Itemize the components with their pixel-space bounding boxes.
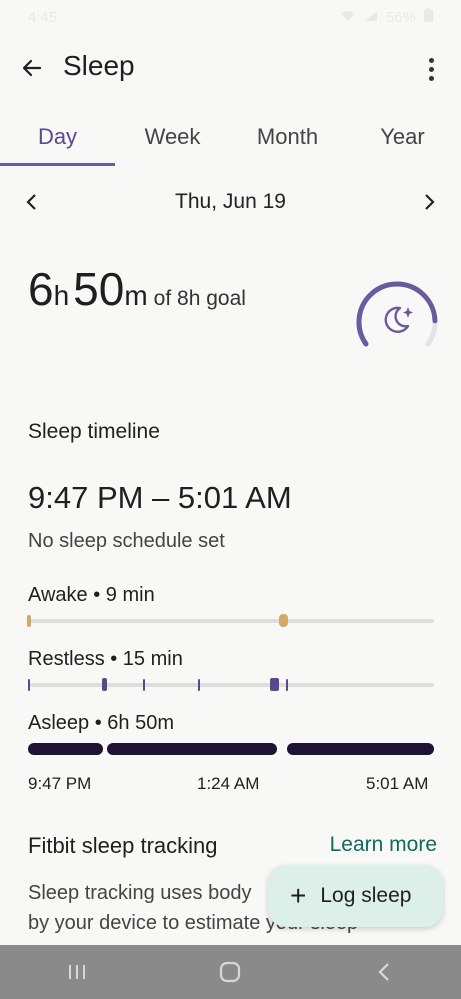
more-vert-dot xyxy=(428,66,434,72)
next-day-button[interactable] xyxy=(417,190,441,214)
duration-minutes: 50 xyxy=(73,263,125,315)
more-vert-dot xyxy=(428,75,434,81)
tab-day[interactable]: Day xyxy=(0,110,115,168)
status-icons: 56% xyxy=(340,8,433,26)
sleep-duration-summary: 6 h 50 m of 8h goal xyxy=(28,262,246,332)
duration-hours: 6 xyxy=(28,263,54,315)
learn-more-link[interactable]: Learn more xyxy=(330,833,437,857)
chevron-right-icon xyxy=(425,194,435,210)
more-options-button[interactable] xyxy=(419,54,443,84)
sleep-time-range: 9:47 PM – 5:01 AM xyxy=(28,480,292,515)
home-icon xyxy=(220,961,241,983)
sleep-schedule-note: No sleep schedule set xyxy=(28,530,225,552)
recent-apps-button[interactable] xyxy=(47,952,107,992)
arrow-left-icon xyxy=(22,59,42,77)
asleep-segment xyxy=(28,743,103,755)
battery-percent: 56% xyxy=(385,8,416,26)
restless-segment xyxy=(286,679,288,691)
awake-segment xyxy=(279,614,288,627)
page-title: Sleep xyxy=(63,50,135,81)
restless-segment xyxy=(28,679,30,691)
restless-segment xyxy=(102,678,107,691)
sleep-timeline-title: Sleep timeline xyxy=(28,420,160,443)
system-nav-bar xyxy=(0,945,461,999)
restless-segment xyxy=(143,679,145,691)
tab-week[interactable]: Week xyxy=(115,110,230,168)
status-bar: 4:45 56% xyxy=(0,0,461,34)
restless-track xyxy=(28,678,434,691)
duration-hours-unit: h xyxy=(53,280,70,311)
log-sleep-label: Log sleep xyxy=(320,884,412,907)
battery-icon xyxy=(424,8,433,26)
restless-stage-label: Restless • 15 min xyxy=(28,648,183,670)
axis-end-time: 5:01 AM xyxy=(366,774,429,793)
plus-icon: + xyxy=(290,880,307,911)
recent-apps-icon xyxy=(68,965,85,979)
period-tabs: Day Week Month Year xyxy=(0,110,461,168)
status-time: 4:45 xyxy=(28,8,58,26)
log-sleep-button[interactable]: + Log sleep xyxy=(268,865,443,927)
app-bar: Sleep xyxy=(0,40,461,100)
back-button[interactable] xyxy=(16,52,48,84)
asleep-track xyxy=(28,743,434,755)
wifi-icon xyxy=(340,9,356,26)
sleep-goal-ring xyxy=(352,274,442,358)
awake-stage-label: Awake • 9 min xyxy=(28,584,155,606)
tab-year[interactable]: Year xyxy=(345,110,460,168)
moon-sparkle-icon xyxy=(384,306,413,333)
system-back-button[interactable] xyxy=(354,952,414,992)
asleep-stage-label: Asleep • 6h 50m xyxy=(28,712,174,734)
current-date: Thu, Jun 19 xyxy=(175,190,286,213)
tab-month[interactable]: Month xyxy=(230,110,345,168)
signal-icon xyxy=(364,9,378,26)
goal-text: of 8h goal xyxy=(153,287,246,310)
date-navigation: Thu, Jun 19 xyxy=(0,180,461,224)
axis-start-time: 9:47 PM xyxy=(28,774,92,793)
sleep-tracking-title: Fitbit sleep tracking xyxy=(28,833,218,858)
chevron-left-icon xyxy=(378,963,389,981)
home-button[interactable] xyxy=(200,952,260,992)
restless-segment xyxy=(198,679,200,691)
restless-segment xyxy=(270,678,279,691)
asleep-segment xyxy=(107,743,277,755)
asleep-segment xyxy=(287,743,434,755)
more-vert-icon xyxy=(428,57,434,63)
duration-minutes-unit: m xyxy=(124,280,148,311)
awake-track xyxy=(27,614,434,627)
axis-mid-time: 1:24 AM xyxy=(197,774,260,793)
awake-segment xyxy=(27,615,31,627)
